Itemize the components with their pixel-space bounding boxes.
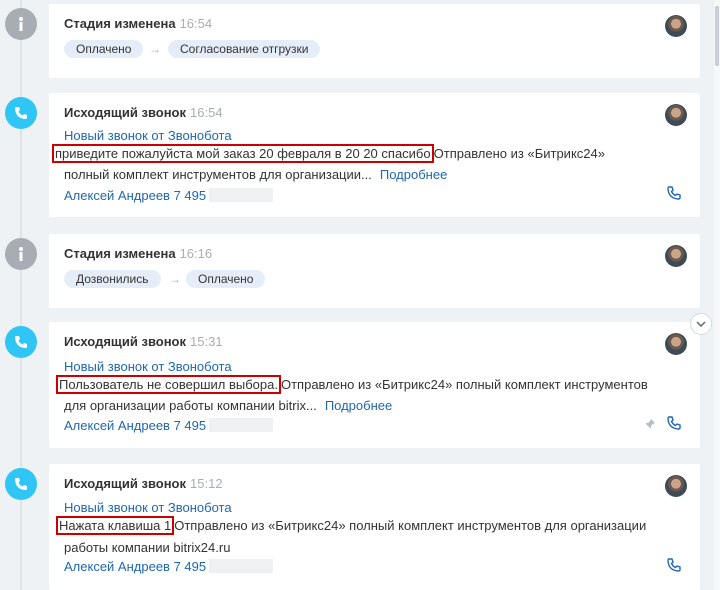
call-description-line-1: приведите пожалуйста мой заказ 20 феврал…: [52, 144, 605, 163]
card-time: 15:31: [190, 334, 223, 349]
timeline-card-stage: Стадия изменена 16:54 Оплачено → Согласов…: [49, 4, 700, 78]
pin-icon[interactable]: [644, 418, 656, 433]
call-description-line-1: Пользователь не совершил выбора. Отправле…: [56, 375, 648, 394]
chevron-down-icon: [696, 321, 706, 327]
redacted-phone: [209, 418, 274, 432]
scrollbar[interactable]: [714, 0, 720, 590]
redacted-phone: [209, 559, 274, 573]
call-phone-icon[interactable]: [666, 557, 682, 578]
highlighted-text: приведите пожалуйста мой заказ 20 феврал…: [52, 144, 434, 163]
info-icon: [5, 238, 37, 270]
card-time: 15:12: [190, 476, 223, 491]
stage-from-badge: Дозвонились: [64, 270, 161, 288]
call-phone-icon[interactable]: [666, 415, 682, 436]
call-description-line-2: для организации работы компании bitrix..…: [64, 398, 393, 413]
card-title: Исходящий звонок 15:31: [64, 334, 223, 349]
scroll-down-button[interactable]: [690, 313, 712, 335]
avatar[interactable]: [665, 475, 687, 497]
timeline-card-call: Исходящий звонок 15:12 Новый звонок от Зв…: [49, 464, 700, 590]
phone-icon: [5, 326, 37, 358]
card-time: 16:54: [190, 105, 223, 120]
call-description-line-2: полный комплект инструментов для организ…: [64, 167, 448, 182]
call-subject-link[interactable]: Новый звонок от Звонобота: [64, 359, 232, 374]
scrollbar-thumb[interactable]: [715, 6, 719, 66]
card-title: Стадия изменена 16:16: [64, 246, 213, 261]
author-line[interactable]: Алексей Андреев 7 495: [64, 559, 274, 574]
stage-to-badge: Согласование отгрузки: [168, 40, 321, 58]
avatar[interactable]: [665, 333, 687, 355]
more-link[interactable]: Подробнее: [380, 167, 447, 182]
highlighted-text: Нажата клавиша 1: [56, 516, 175, 535]
card-title: Стадия изменена 16:54: [64, 16, 213, 31]
stage-from-badge: Оплачено: [64, 40, 144, 58]
arrow-right-icon: →: [149, 42, 161, 56]
more-link[interactable]: Подробнее: [325, 398, 392, 413]
avatar[interactable]: [665, 245, 687, 267]
redacted-phone: [209, 188, 274, 202]
call-description-line-1: Нажата клавиша 1 Отправлено из «Битрикс24…: [56, 516, 646, 535]
avatar[interactable]: [665, 104, 687, 126]
highlighted-text: Пользователь не совершил выбора.: [56, 375, 281, 394]
author-line[interactable]: Алексей Андреев 7 495: [64, 418, 274, 433]
info-icon: [5, 8, 37, 40]
timeline-line: [20, 0, 22, 590]
call-subject-link[interactable]: Новый звонок от Звонобота: [64, 128, 232, 143]
stage-to-badge: Оплачено: [186, 270, 266, 288]
call-subject-link[interactable]: Новый звонок от Звонобота: [64, 500, 232, 515]
timeline-card-stage: Стадия изменена 16:16 Дозвонились → Оплач…: [49, 234, 700, 308]
call-phone-icon[interactable]: [666, 185, 682, 206]
phone-icon: [5, 468, 37, 500]
card-title: Исходящий звонок 16:54: [64, 105, 223, 120]
card-title: Исходящий звонок 15:12: [64, 476, 223, 491]
timeline-card-call: Исходящий звонок 16:54 Новый звонок от Зв…: [49, 93, 700, 217]
call-description-line-2: работы компании bitrix24.ru: [64, 540, 231, 555]
card-time: 16:54: [179, 16, 213, 31]
timeline-card-call: Исходящий звонок 15:31 Новый звонок от Зв…: [49, 322, 700, 448]
avatar[interactable]: [665, 15, 687, 37]
phone-icon: [5, 97, 37, 129]
arrow-right-icon: →: [169, 272, 181, 286]
card-time: 16:16: [179, 246, 213, 261]
author-line[interactable]: Алексей Андреев 7 495: [64, 188, 274, 203]
